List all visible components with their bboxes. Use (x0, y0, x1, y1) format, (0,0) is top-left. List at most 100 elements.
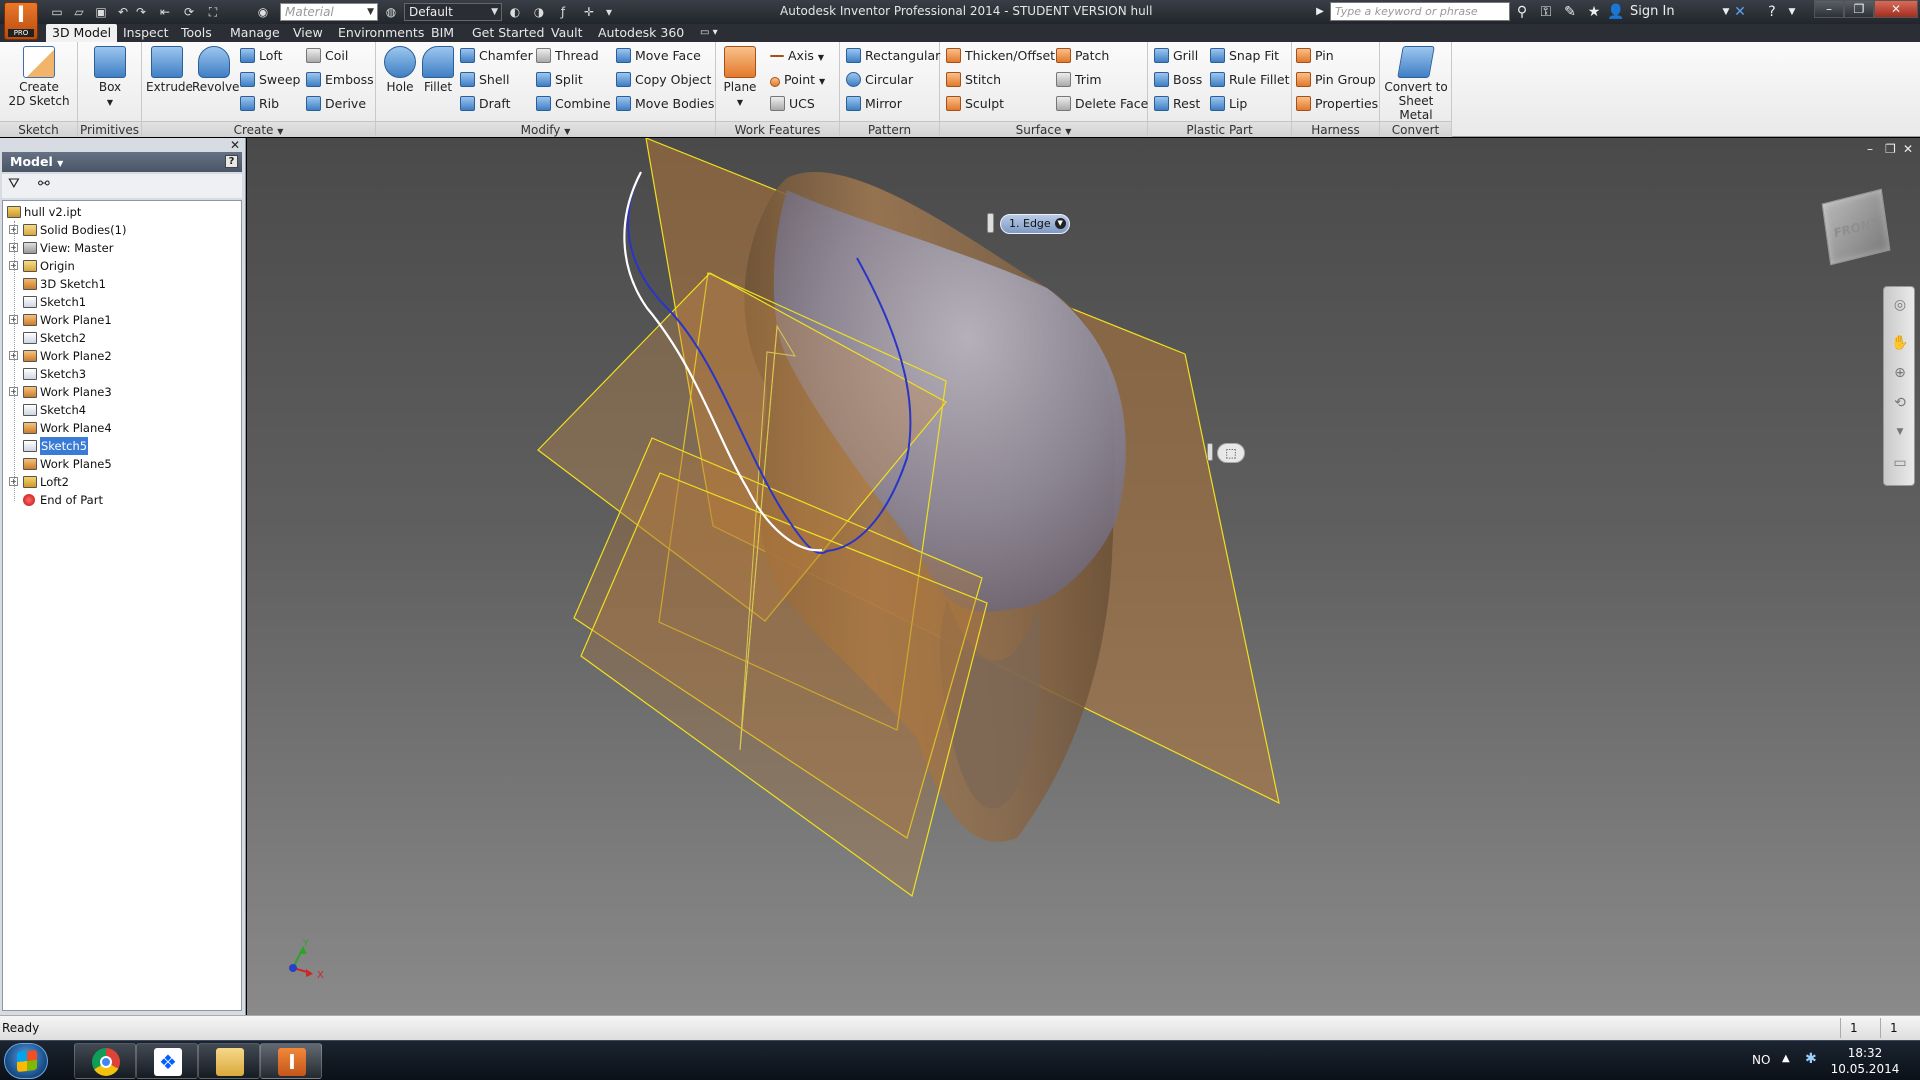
rib-button[interactable]: Rib (240, 94, 279, 114)
ucs-button[interactable]: UCS (770, 94, 815, 114)
select-icon[interactable]: ⛶ (204, 3, 222, 21)
application-menu-button[interactable]: I PRO (4, 2, 38, 40)
pan-icon[interactable]: ✋ (1884, 335, 1916, 351)
tab-inspect[interactable]: Inspect (117, 24, 175, 42)
extrude-button[interactable]: Extrude (146, 46, 193, 94)
binoculars-icon[interactable]: ⚲ (1512, 2, 1532, 22)
point-button[interactable]: Point ▼ (770, 70, 825, 90)
taskbar-dropbox[interactable]: ❖ (136, 1043, 198, 1079)
language-indicator[interactable]: NO (1752, 1053, 1770, 1067)
chevron-down-icon[interactable]: ▼ (1884, 427, 1916, 437)
customize-icon[interactable]: ✛ (580, 3, 598, 21)
pin-button[interactable]: Pin (1296, 46, 1334, 66)
thread-button[interactable]: Thread (536, 46, 599, 66)
material-select[interactable]: Material ▼ (280, 3, 378, 21)
sketch-mini-toolbar-icon[interactable]: ⬚ (1217, 443, 1245, 463)
ribbon-options-icon[interactable]: ▭ ▾ (694, 24, 724, 42)
qat-dropdown-icon[interactable]: ▾ (600, 3, 618, 21)
save-icon[interactable]: ▣ (92, 3, 110, 21)
tab-tools[interactable]: Tools (175, 24, 218, 42)
chamfer-button[interactable]: Chamfer (460, 46, 533, 66)
taskbar-chrome[interactable] (74, 1043, 136, 1079)
close-view-icon[interactable]: ✕ (1903, 142, 1913, 156)
favorites-star-icon[interactable]: ★ (1584, 2, 1604, 22)
rectangular-pattern-button[interactable]: Rectangular (846, 46, 940, 66)
steering-wheel-icon[interactable]: ◎ (1884, 297, 1916, 313)
hole-button[interactable]: Hole (382, 46, 418, 94)
exchange-icon[interactable]: ✕ (1730, 2, 1750, 22)
clock[interactable]: 18:32 10.05.2014 (1820, 1045, 1910, 1077)
patch-button[interactable]: Patch (1056, 46, 1109, 66)
combine-button[interactable]: Combine (536, 94, 611, 114)
browser-header[interactable]: Model ▼ ? (2, 152, 242, 172)
redo-icon[interactable]: ↷ (132, 3, 150, 21)
tab-vault[interactable]: Vault (545, 24, 589, 42)
mini-toolbar-grip[interactable] (1207, 443, 1213, 461)
draft-button[interactable]: Draft (460, 94, 511, 114)
taskbar-explorer[interactable] (198, 1043, 260, 1079)
tab-get-started[interactable]: Get Started (466, 24, 550, 42)
tab-bim[interactable]: BIM (425, 24, 460, 42)
coil-button[interactable]: Coil (306, 46, 348, 66)
panel-title-create[interactable]: Create ▼ (142, 121, 375, 137)
orbit-icon[interactable]: ⟲ (1884, 395, 1916, 411)
emboss-button[interactable]: Emboss (306, 70, 374, 90)
chevron-down-icon[interactable]: ▼ (1054, 218, 1066, 229)
color-icon[interactable]: ◍ (382, 3, 400, 21)
shell-button[interactable]: Shell (460, 70, 510, 90)
open-icon[interactable]: ▱ (70, 3, 88, 21)
adjust-icon[interactable]: ◐ (506, 3, 524, 21)
minimize-button[interactable]: – (1814, 0, 1844, 18)
create-2d-sketch-button[interactable]: Create 2D Sketch (8, 46, 70, 108)
move-bodies-button[interactable]: Move Bodies (616, 94, 714, 114)
box-button[interactable]: Box ▼ (92, 46, 128, 110)
tray-expand-icon[interactable]: ▲ (1782, 1053, 1790, 1064)
tag-grip[interactable] (987, 213, 994, 233)
search-expand-icon[interactable]: ▶ (1310, 2, 1330, 22)
move-face-button[interactable]: Move Face (616, 46, 701, 66)
fx-icon[interactable]: ƒ (554, 3, 572, 21)
close-icon[interactable]: ✕ (230, 138, 240, 152)
lip-button[interactable]: Lip (1210, 94, 1247, 114)
help-search-input[interactable]: Type a keyword or phrase (1330, 2, 1510, 21)
view-face-icon[interactable]: ▭ (1884, 455, 1916, 471)
properties-button[interactable]: Properties (1296, 94, 1378, 114)
restore-view-icon[interactable]: ❐ (1885, 142, 1896, 156)
boss-button[interactable]: Boss (1154, 70, 1202, 90)
tab-view[interactable]: View (287, 24, 329, 42)
stitch-button[interactable]: Stitch (946, 70, 1001, 90)
copy-object-button[interactable]: Copy Object (616, 70, 711, 90)
appearance-icon[interactable]: ◉ (254, 3, 272, 21)
circular-pattern-button[interactable]: Circular (846, 70, 913, 90)
convert-to-sheet-metal-button[interactable]: Convert to Sheet Metal (1382, 46, 1450, 122)
mirror-button[interactable]: Mirror (846, 94, 902, 114)
revolve-button[interactable]: Revolve (192, 46, 239, 94)
thicken-offset-button[interactable]: Thicken/Offset (946, 46, 1055, 66)
taskbar-inventor[interactable]: I (260, 1043, 322, 1079)
tab-autodesk-360[interactable]: Autodesk 360 (592, 24, 690, 42)
panel-title-modify[interactable]: Modify ▼ (376, 121, 715, 137)
pin-group-button[interactable]: Pin Group (1296, 70, 1376, 90)
snap-fit-button[interactable]: Snap Fit (1210, 46, 1279, 66)
sweep-button[interactable]: Sweep (240, 70, 300, 90)
rest-button[interactable]: Rest (1154, 94, 1200, 114)
grill-button[interactable]: Grill (1154, 46, 1198, 66)
network-icon[interactable]: ✱ (1805, 1051, 1817, 1067)
view-cube[interactable]: FRONT (1821, 188, 1891, 266)
trim-button[interactable]: Trim (1056, 70, 1102, 90)
user-icon[interactable]: 👤 (1606, 2, 1626, 22)
tab-environments[interactable]: Environments (332, 24, 430, 42)
update-icon[interactable]: ⟳ (180, 3, 198, 21)
subscription-icon[interactable]: ⚿ (1536, 2, 1556, 22)
sign-in-button[interactable]: Sign In (1630, 2, 1675, 22)
help-icon[interactable]: ? (1762, 2, 1782, 22)
tab-3d-model[interactable]: 3D Model (46, 24, 118, 42)
panel-title-surface[interactable]: Surface ▼ (940, 121, 1147, 137)
new-icon[interactable]: ▭ (48, 3, 66, 21)
fillet-button[interactable]: Fillet (420, 46, 456, 94)
delete-face-button[interactable]: Delete Face (1056, 94, 1148, 114)
edge-selection-tag[interactable]: 1. Edge ▼ (1000, 214, 1070, 234)
split-button[interactable]: Split (536, 70, 583, 90)
tab-manage[interactable]: Manage (224, 24, 286, 42)
appearance-select[interactable]: Default ▼ (404, 3, 502, 21)
